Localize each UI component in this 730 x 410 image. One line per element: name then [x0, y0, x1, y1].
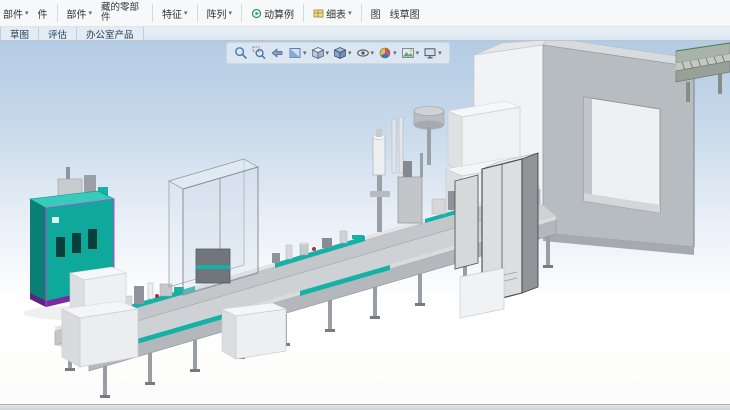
heads-up-toolbar: ▾ ▾ ▾ [226, 42, 450, 64]
tab-label: 评估 [48, 27, 67, 41]
bom-table-icon [313, 8, 324, 19]
motion-study-icon [251, 8, 262, 19]
toolbar-item-component[interactable]: 部件 ▾ [67, 6, 93, 21]
toolbar-item-features[interactable]: 特征 ▾ [162, 6, 188, 21]
chevron-down-icon: ▾ [348, 10, 352, 17]
previous-view-icon [270, 46, 284, 60]
tab-label: 草图 [10, 27, 29, 41]
toolbar-item-label: 部件 [3, 6, 23, 21]
toolbar-item-label: 线草图 [390, 6, 420, 21]
section-view-icon [288, 46, 302, 60]
chevron-down-icon: ▾ [393, 50, 397, 57]
chevron-down-icon: ▾ [89, 10, 93, 17]
toolbar-item-hidden-components[interactable]: 藏的零部件 [101, 3, 143, 23]
toolbar-item-bom[interactable]: 细表 ▾ [313, 6, 352, 21]
display-style-button[interactable]: ▾ [333, 46, 352, 60]
command-manager: 部件 ▾ 件 部件 ▾ 藏的零部件 特征 ▾ 阵列 ▾ [0, 0, 730, 27]
toolbar-separator [57, 4, 58, 22]
zoom-fit-button[interactable] [234, 46, 248, 60]
toolbar-item-assembly[interactable]: 部件 ▾ [3, 6, 29, 21]
chevron-down-icon: ▾ [25, 10, 29, 17]
chevron-down-icon: ▾ [348, 50, 352, 57]
end-electrical-cabinets[interactable] [455, 153, 538, 318]
toolbar-item-label: 细表 [326, 6, 346, 21]
commandmanager-tab-bar: 草图 评估 办公室产品 [0, 27, 730, 41]
chevron-down-icon: ▾ [326, 50, 330, 57]
toolbar-item-line-sketch[interactable]: 线草图 [390, 6, 420, 21]
tab-office-products[interactable]: 办公室产品 [77, 27, 144, 40]
safety-enclosure-frame[interactable] [169, 159, 258, 295]
toolbar-separator [152, 4, 153, 22]
apply-scene-button[interactable]: ▾ [401, 46, 420, 60]
white-table-box[interactable] [222, 303, 286, 359]
zoom-area-button[interactable] [252, 46, 266, 60]
tab-sketch[interactable]: 草图 [0, 27, 39, 40]
toolbar-item-drawing[interactable]: 图 [371, 6, 381, 21]
zoom-fit-icon [234, 46, 248, 60]
bowl-feeder-hopper[interactable] [414, 107, 444, 166]
view-settings-button[interactable]: ▾ [423, 46, 442, 60]
chevron-down-icon: ▾ [303, 50, 307, 57]
toolbar-item-label: 动算例 [264, 6, 294, 21]
toolbar-item-part[interactable]: 件 [38, 6, 48, 21]
section-view-button[interactable]: ▾ [288, 46, 307, 60]
toolbar-item-motion-study[interactable]: 动算例 [251, 6, 294, 21]
assembly-3d-model [0, 41, 730, 404]
chevron-down-icon: ▾ [371, 50, 375, 57]
status-bar [0, 404, 730, 410]
chevron-down-icon: ▾ [438, 50, 442, 57]
zoom-area-icon [252, 46, 266, 60]
previous-view-button[interactable] [270, 46, 284, 60]
tab-label: 办公室产品 [86, 27, 134, 41]
graphics-area[interactable]: ▾ ▾ ▾ [0, 41, 730, 404]
solidworks-window: 部件 ▾ 件 部件 ▾ 藏的零部件 特征 ▾ 阵列 ▾ [0, 0, 730, 410]
appearance-ball-icon [378, 46, 392, 60]
toolbar-item-label: 特征 [162, 6, 182, 21]
hide-show-items-button[interactable]: ▾ [356, 46, 375, 60]
chevron-down-icon: ▾ [229, 10, 233, 17]
chevron-down-icon: ▾ [416, 50, 420, 57]
toolbar-item-label: 图 [371, 6, 381, 21]
toolbar-separator [303, 4, 304, 22]
toolbar-item-label: 藏的零部件 [101, 3, 143, 23]
view-orientation-button[interactable]: ▾ [311, 46, 330, 60]
toolbar-item-pattern[interactable]: 阵列 ▾ [207, 6, 233, 21]
toolbar-separator [197, 4, 198, 22]
toolbar-item-label: 部件 [67, 6, 87, 21]
display-style-icon [333, 46, 347, 60]
toolbar-item-label: 件 [38, 6, 48, 21]
chevron-down-icon: ▾ [184, 10, 188, 17]
toolbar-separator [361, 4, 362, 22]
scene-icon [401, 46, 415, 60]
white-crates[interactable] [62, 267, 138, 367]
view-orientation-cube-icon [311, 46, 325, 60]
eye-icon [356, 46, 370, 60]
toolbar-separator [241, 4, 242, 22]
edit-appearance-button[interactable]: ▾ [378, 46, 397, 60]
toolbar-item-label: 阵列 [207, 6, 227, 21]
view-settings-icon [423, 46, 437, 60]
tab-evaluate[interactable]: 评估 [39, 27, 77, 40]
